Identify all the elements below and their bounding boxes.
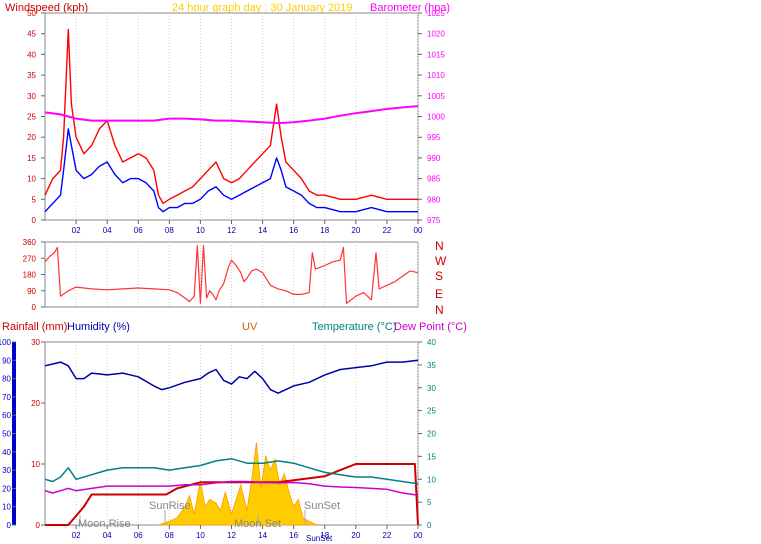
rain-ytick-label: 30 xyxy=(31,338,40,347)
wind-xtick-label: 08 xyxy=(165,226,174,235)
hour-xtick-label: 22 xyxy=(382,531,391,540)
direction-ytick-label: 360 xyxy=(23,238,37,247)
wind-xtick-label: 04 xyxy=(103,226,112,235)
moon-rise-label: Moon Rise xyxy=(78,518,131,530)
baro-ytick-label: 1010 xyxy=(427,71,445,80)
hour-xtick-label: 12 xyxy=(227,531,236,540)
temperature-axis-label: Temperature (°C) xyxy=(312,321,396,333)
wind-ytick-label: 10 xyxy=(27,175,36,184)
temperature-ytick-label: 25 xyxy=(427,407,436,416)
hour-xtick-label: 16 xyxy=(289,531,298,540)
hour-xtick-label: 08 xyxy=(165,531,174,540)
baro-ytick-label: 975 xyxy=(427,216,441,225)
baro-ytick-label: 980 xyxy=(427,195,441,204)
wind-xtick-label: 20 xyxy=(351,226,360,235)
baro-ytick-label: 995 xyxy=(427,133,441,142)
wind-xtick-label: 10 xyxy=(196,226,205,235)
rainfall-axis-label: Rainfall (mm) xyxy=(2,321,67,333)
direction-ytick-label: 270 xyxy=(23,254,37,263)
wind-ytick-label: 25 xyxy=(27,113,36,122)
wind-xtick-label: 14 xyxy=(258,226,267,235)
wind-baro-panel: 05101520253035404550 9759809859909951000… xyxy=(27,9,445,235)
wind-ytick-label: 35 xyxy=(27,71,36,80)
humidity-ytick-label: 10 xyxy=(2,503,11,512)
temperature-ytick-label: 20 xyxy=(427,430,436,439)
humidity-axis-label: Humidity (%) xyxy=(67,321,130,333)
baro-ytick-label: 1005 xyxy=(427,92,445,101)
hour-xtick-label: 06 xyxy=(134,531,143,540)
direction-ytick-label: 0 xyxy=(32,303,37,312)
temperature-ytick-label: 35 xyxy=(427,361,436,370)
weather-graph: Windspeed (kph) 24 hour graph day : 30 J… xyxy=(0,2,467,543)
humidity-ytick-label: 30 xyxy=(2,466,11,475)
hour-xtick-label: 10 xyxy=(196,531,205,540)
moon-set-label: Moon Set xyxy=(234,518,281,530)
wind-xtick-label: 00 xyxy=(414,226,423,235)
wind-xtick-label: 18 xyxy=(320,226,329,235)
humidity-ytick-label: 80 xyxy=(2,375,11,384)
wind-xtick-label: 16 xyxy=(289,226,298,235)
compass-n-top: N xyxy=(435,239,444,253)
humidity-ytick-label: 40 xyxy=(2,448,11,457)
wind-xtick-label: 02 xyxy=(72,226,81,235)
chart-title: 24 hour graph day : 30 January 2019 xyxy=(172,2,352,14)
direction-ytick-label: 180 xyxy=(23,271,37,280)
dewpoint-axis-label: Dew Point (°C) xyxy=(394,321,467,333)
temperature-ytick-label: 15 xyxy=(427,452,436,461)
baro-ytick-label: 1000 xyxy=(427,113,445,122)
wind-ytick-label: 50 xyxy=(27,9,36,18)
temperature-ytick-label: 30 xyxy=(427,384,436,393)
hour-xtick-label: 14 xyxy=(258,531,267,540)
compass-s: S xyxy=(435,269,443,283)
humidity-ytick-label: 60 xyxy=(2,411,11,420)
temperature-ytick-label: 10 xyxy=(427,475,436,484)
wind-ytick-label: 40 xyxy=(27,50,36,59)
wind-ytick-label: 15 xyxy=(27,154,36,163)
hour-xtick-label: 20 xyxy=(351,531,360,540)
rain-ytick-label: 10 xyxy=(31,460,40,469)
baro-ytick-label: 990 xyxy=(427,154,441,163)
rain-ytick-label: 0 xyxy=(36,521,41,530)
wind-direction-panel: 0 90 180 270 360 N W S E N xyxy=(23,238,447,317)
humidity-ytick-label: 50 xyxy=(2,430,11,439)
wind-xtick-label: 12 xyxy=(227,226,236,235)
wind-ytick-label: 20 xyxy=(27,133,36,142)
wind-ytick-label: 0 xyxy=(32,216,37,225)
rain-ytick-label: 20 xyxy=(31,399,40,408)
sun-set-label: SunSet xyxy=(304,500,340,512)
wind-xtick-label: 06 xyxy=(134,226,143,235)
baro-ytick-label: 1015 xyxy=(427,50,445,59)
temperature-ytick-label: 5 xyxy=(427,498,432,507)
hour-xtick-label: 04 xyxy=(103,531,112,540)
uv-axis-label: UV xyxy=(242,321,258,333)
humidity-ytick-label: 70 xyxy=(2,393,11,402)
wind-ytick-label: 30 xyxy=(27,92,36,101)
temperature-ytick-label: 0 xyxy=(427,521,432,530)
hour-xtick-label: 00 xyxy=(414,531,423,540)
direction-ytick-label: 90 xyxy=(27,287,36,296)
wind-ytick-label: 45 xyxy=(27,30,36,39)
hour-xtick-label: 02 xyxy=(72,531,81,540)
compass-n-bottom: N xyxy=(435,303,444,317)
humidity-ytick-label: 0 xyxy=(7,521,12,530)
wind-xtick-label: 22 xyxy=(382,226,391,235)
baro-ytick-label: 985 xyxy=(427,175,441,184)
humidity-ytick-label: 100 xyxy=(0,338,12,347)
rain-temp-panel: Moon Rise SunRise Moon Set SunSet 0 10 20 3… xyxy=(0,338,436,543)
compass-w: W xyxy=(435,254,447,268)
windspeed-axis-label: Windspeed (kph) xyxy=(5,2,88,14)
wind-plot-area xyxy=(44,12,419,221)
wind-ytick-label: 5 xyxy=(32,195,37,204)
sunset-tick-label: SunSet xyxy=(306,534,333,543)
sun-rise-label: SunRise xyxy=(149,500,191,512)
baro-ytick-label: 1025 xyxy=(427,9,445,18)
baro-ytick-label: 1020 xyxy=(427,30,445,39)
humidity-ytick-label: 20 xyxy=(2,484,11,493)
compass-e: E xyxy=(435,287,443,301)
humidity-ytick-label: 90 xyxy=(2,356,11,365)
temperature-ytick-label: 40 xyxy=(427,338,436,347)
